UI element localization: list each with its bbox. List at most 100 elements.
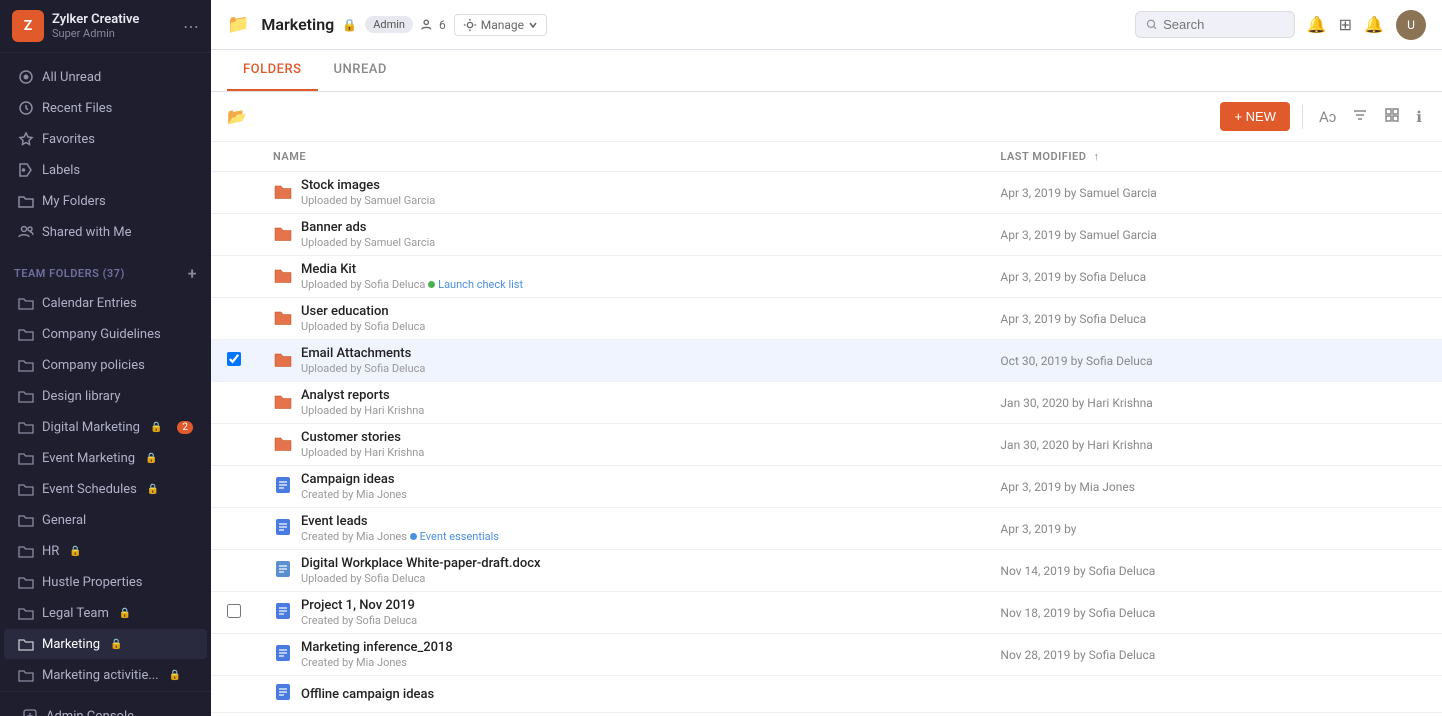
table-row[interactable]: User educationUploaded by Sofia DelucaAp…: [211, 298, 1442, 340]
sidebar-more-button[interactable]: ⋯: [183, 17, 199, 36]
sidebar-item-favorites[interactable]: Favorites: [4, 124, 207, 154]
bell-icon[interactable]: 🔔: [1307, 15, 1327, 34]
team-folders-section: TEAM FOLDERS (37) +: [0, 256, 211, 287]
folder-lock-icon: 🔒: [342, 18, 357, 32]
file-table: NAME LAST MODIFIED ↑ Stock imagesUploade…: [211, 142, 1442, 713]
new-button[interactable]: + NEW: [1220, 102, 1290, 131]
file-modified-date: Oct 30, 2019 by Sofia Deluca: [984, 340, 1442, 382]
lock-icon: 🔒: [119, 608, 131, 619]
sidebar-item-calendar[interactable]: Calendar Entries: [4, 288, 207, 318]
file-uploader: Uploaded by Hari Krishna: [301, 404, 424, 417]
folder-team-icon: [18, 574, 34, 590]
col-modified-header[interactable]: LAST MODIFIED ↑: [984, 142, 1442, 172]
file-name[interactable]: Customer stories: [301, 430, 424, 445]
table-row[interactable]: Stock imagesUploaded by Samuel Garcia Apr…: [211, 172, 1442, 214]
notification-icon[interactable]: 🔔: [1364, 15, 1384, 34]
file-name[interactable]: Marketing inference_2018: [301, 640, 453, 655]
file-name[interactable]: Event leads: [301, 514, 499, 529]
file-tag[interactable]: Launch check list: [428, 278, 523, 291]
file-uploader: Created by Sofia Deluca: [301, 614, 417, 627]
search-input[interactable]: [1163, 17, 1284, 32]
sidebar-item-general[interactable]: General: [4, 505, 207, 535]
sidebar-item-hustle-properties[interactable]: Hustle Properties: [4, 567, 207, 597]
file-name[interactable]: Offline campaign ideas: [301, 687, 434, 702]
tab-unread[interactable]: UNREAD: [318, 50, 403, 91]
sidebar-nav: All Unread Recent Files Favorites Labels…: [0, 53, 211, 256]
label-icon: [18, 162, 34, 178]
file-uploader: Uploaded by Sofia Deluca: [301, 320, 425, 333]
sidebar-item-all-unread[interactable]: All Unread: [4, 62, 207, 92]
search-icon: [1146, 18, 1157, 31]
table-row[interactable]: Customer storiesUploaded by Hari Krishna…: [211, 424, 1442, 466]
file-icon: [273, 181, 293, 205]
table-row[interactable]: Event leadsCreated by Mia Jones Event es…: [211, 508, 1442, 550]
topbar-actions: 🔔 ⊞ 🔔 U: [1135, 10, 1426, 40]
sidebar-item-my-folders[interactable]: My Folders: [4, 186, 207, 216]
view-toggle-icon[interactable]: [1380, 103, 1404, 131]
notification-badge: 2: [177, 421, 193, 434]
filter-icon[interactable]: [1348, 103, 1372, 131]
lock-icon: 🔒: [147, 484, 159, 495]
row-checkbox[interactable]: [227, 352, 241, 366]
file-icon: [273, 517, 293, 541]
file-name[interactable]: Analyst reports: [301, 388, 424, 403]
sidebar-item-event-marketing[interactable]: Event Marketing 🔒: [4, 443, 207, 473]
table-row[interactable]: Banner adsUploaded by Samuel GarciaApr 3…: [211, 214, 1442, 256]
toolbar-right: + NEW Aↄ ℹ: [1220, 102, 1426, 131]
table-row[interactable]: Project 1, Nov 2019Created by Sofia Delu…: [211, 592, 1442, 634]
table-row[interactable]: Digital Workplace White-paper-draft.docx…: [211, 550, 1442, 592]
sidebar-item-design-library[interactable]: Design library: [4, 381, 207, 411]
file-name[interactable]: Project 1, Nov 2019: [301, 598, 417, 613]
row-checkbox[interactable]: [227, 604, 241, 618]
table-row[interactable]: Offline campaign ideas: [211, 676, 1442, 713]
table-row[interactable]: Marketing inference_2018Created by Mia J…: [211, 634, 1442, 676]
file-name[interactable]: Campaign ideas: [301, 472, 407, 487]
sidebar-item-recent-files[interactable]: Recent Files: [4, 93, 207, 123]
info-icon[interactable]: ℹ: [1412, 104, 1426, 130]
file-icon: [273, 223, 293, 247]
file-uploader: Created by Mia Jones: [301, 656, 453, 669]
file-name[interactable]: Stock images: [301, 178, 435, 193]
folder-team-icon: [18, 357, 34, 373]
file-name[interactable]: Digital Workplace White-paper-draft.docx: [301, 556, 541, 571]
file-icon: [273, 349, 293, 373]
breadcrumb-folder-icon[interactable]: 📂: [227, 107, 247, 126]
manage-button[interactable]: Manage: [454, 14, 547, 36]
file-uploader: Uploaded by Samuel Garcia: [301, 194, 435, 207]
avatar[interactable]: U: [1396, 10, 1426, 40]
file-uploader: Created by Mia Jones Event essentials: [301, 530, 499, 543]
sidebar-item-company-guidelines[interactable]: Company Guidelines: [4, 319, 207, 349]
add-team-folder-button[interactable]: +: [188, 264, 197, 283]
sidebar-item-marketing[interactable]: Marketing 🔒: [4, 629, 207, 659]
table-row[interactable]: Campaign ideasCreated by Mia JonesApr 3,…: [211, 466, 1442, 508]
sidebar-item-admin-console[interactable]: Admin Console: [8, 701, 203, 716]
file-name[interactable]: User education: [301, 304, 425, 319]
sidebar-item-labels[interactable]: Labels: [4, 155, 207, 185]
grid-icon[interactable]: ⊞: [1339, 15, 1352, 34]
tab-folders[interactable]: FOLDERS: [227, 50, 318, 91]
sidebar-item-digital-marketing[interactable]: Digital Marketing 🔒 2: [4, 412, 207, 442]
sidebar-item-company-policies[interactable]: Company policies: [4, 350, 207, 380]
table-row[interactable]: Analyst reportsUploaded by Hari KrishnaJ…: [211, 382, 1442, 424]
file-icon: [273, 601, 293, 625]
sidebar-item-shared-with-me[interactable]: Shared with Me: [4, 217, 207, 247]
table-row[interactable]: Email AttachmentsUploaded by Sofia Deluc…: [211, 340, 1442, 382]
file-name[interactable]: Email Attachments: [301, 346, 425, 361]
file-name[interactable]: Banner ads: [301, 220, 435, 235]
table-row[interactable]: Media KitUploaded by Sofia Deluca Launch…: [211, 256, 1442, 298]
file-tag[interactable]: Event essentials: [410, 530, 499, 543]
sidebar-item-event-schedules[interactable]: Event Schedules 🔒: [4, 474, 207, 504]
col-name-header[interactable]: NAME: [257, 142, 984, 172]
file-modified-date: Nov 28, 2019 by Sofia Deluca: [984, 634, 1442, 676]
sidebar-item-hr[interactable]: HR 🔒: [4, 536, 207, 566]
sidebar-item-legal-team[interactable]: Legal Team 🔒: [4, 598, 207, 628]
search-box[interactable]: [1135, 11, 1295, 38]
sort-asc-icon: ↑: [1094, 150, 1100, 163]
file-modified-date: Apr 3, 2019 by Samuel Garcia: [984, 172, 1442, 214]
file-modified-date: Apr 3, 2019 by Mia Jones: [984, 466, 1442, 508]
file-name[interactable]: Media Kit: [301, 262, 523, 277]
app-sub: Super Admin: [52, 27, 139, 40]
file-modified-date: Jan 30, 2020 by Hari Krishna: [984, 424, 1442, 466]
sidebar-item-marketing-activities[interactable]: Marketing activitie... 🔒: [4, 660, 207, 690]
sort-icon[interactable]: Aↄ: [1315, 104, 1340, 130]
